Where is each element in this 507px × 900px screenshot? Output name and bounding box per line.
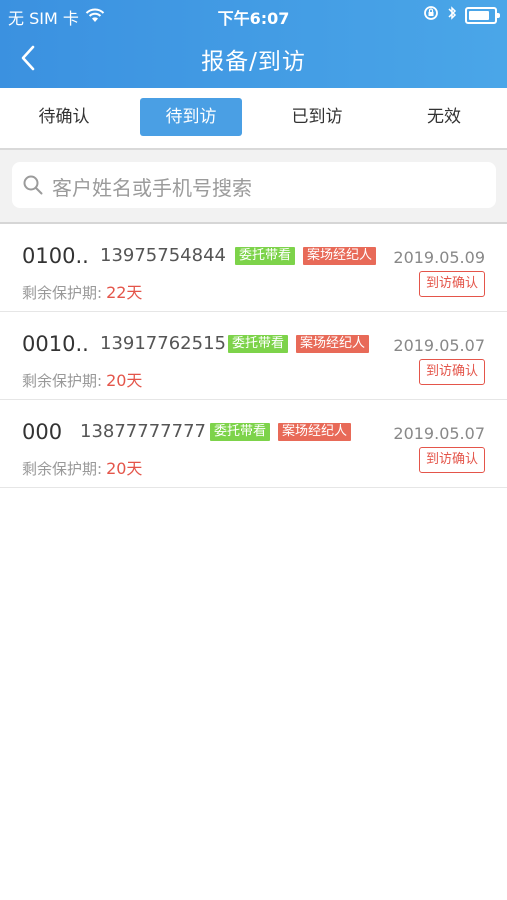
confirm-visit-button[interactable]: 到访确认 (419, 447, 485, 473)
orientation-lock-icon (423, 5, 439, 25)
tab-bar: 待确认 待到访 已到访 无效 (0, 88, 507, 150)
confirm-visit-button[interactable]: 到访确认 (419, 359, 485, 385)
protect-label: 剩余保护期: (22, 460, 103, 478)
tab-pending-visit[interactable]: 待到访 (140, 98, 242, 136)
list-item[interactable]: 0010.. 13917762515 委托带看 案场经纪人 2019.05.07… (0, 312, 507, 400)
protect-label: 剩余保护期: (22, 372, 103, 390)
protect-days: 20天 (106, 459, 143, 478)
record-date: 2019.05.07 (393, 424, 485, 443)
client-name: 000 (22, 420, 63, 444)
record-list: 0100.. 13975754844 委托带看 案场经纪人 2019.05.09… (0, 224, 507, 488)
protect-period: 剩余保护期: 22天 (22, 279, 142, 303)
confirm-visit-button[interactable]: 到访确认 (419, 271, 485, 297)
tab-visited[interactable]: 已到访 (266, 98, 368, 136)
client-phone: 13975754844 (100, 245, 226, 266)
protect-period: 剩余保护期: 20天 (22, 455, 142, 479)
tag-delegate: 委托带看 (228, 335, 289, 353)
record-date: 2019.05.09 (393, 248, 485, 267)
search-section: 客户姓名或手机号搜索 (0, 150, 507, 224)
app-header: 无 SIM 卡 下午6:07 报备/到访 (0, 0, 507, 88)
list-item[interactable]: 000 13877777777 委托带看 案场经纪人 2019.05.07 剩余… (0, 400, 507, 488)
page-title: 报备/到访 (201, 49, 306, 75)
tag-delegate: 委托带看 (235, 247, 296, 265)
tab-invalid[interactable]: 无效 (393, 98, 495, 136)
search-placeholder: 客户姓名或手机号搜索 (52, 176, 252, 200)
record-date: 2019.05.07 (393, 336, 485, 355)
status-right (423, 5, 500, 25)
tab-pending-confirm[interactable]: 待确认 (13, 98, 115, 136)
search-input[interactable]: 客户姓名或手机号搜索 (12, 162, 496, 208)
tag-agent: 案场经纪人 (278, 423, 352, 441)
protect-period: 剩余保护期: 20天 (22, 367, 142, 391)
list-item[interactable]: 0100.. 13975754844 委托带看 案场经纪人 2019.05.09… (0, 224, 507, 312)
search-icon (23, 175, 43, 195)
client-phone: 13877777777 (80, 421, 206, 442)
client-name: 0010.. (22, 332, 89, 356)
protect-label: 剩余保护期: (22, 284, 103, 302)
client-phone: 13917762515 (100, 333, 226, 354)
bluetooth-icon (447, 5, 457, 25)
tag-delegate: 委托带看 (210, 423, 271, 441)
status-bar: 无 SIM 卡 下午6:07 (0, 0, 507, 30)
protect-days: 20天 (106, 371, 143, 390)
client-name: 0100.. (22, 244, 89, 268)
tag-agent: 案场经纪人 (303, 247, 377, 265)
battery-icon (465, 6, 500, 24)
tag-agent: 案场经纪人 (296, 335, 370, 353)
protect-days: 22天 (106, 283, 143, 302)
nav-bar: 报备/到访 (0, 30, 507, 88)
